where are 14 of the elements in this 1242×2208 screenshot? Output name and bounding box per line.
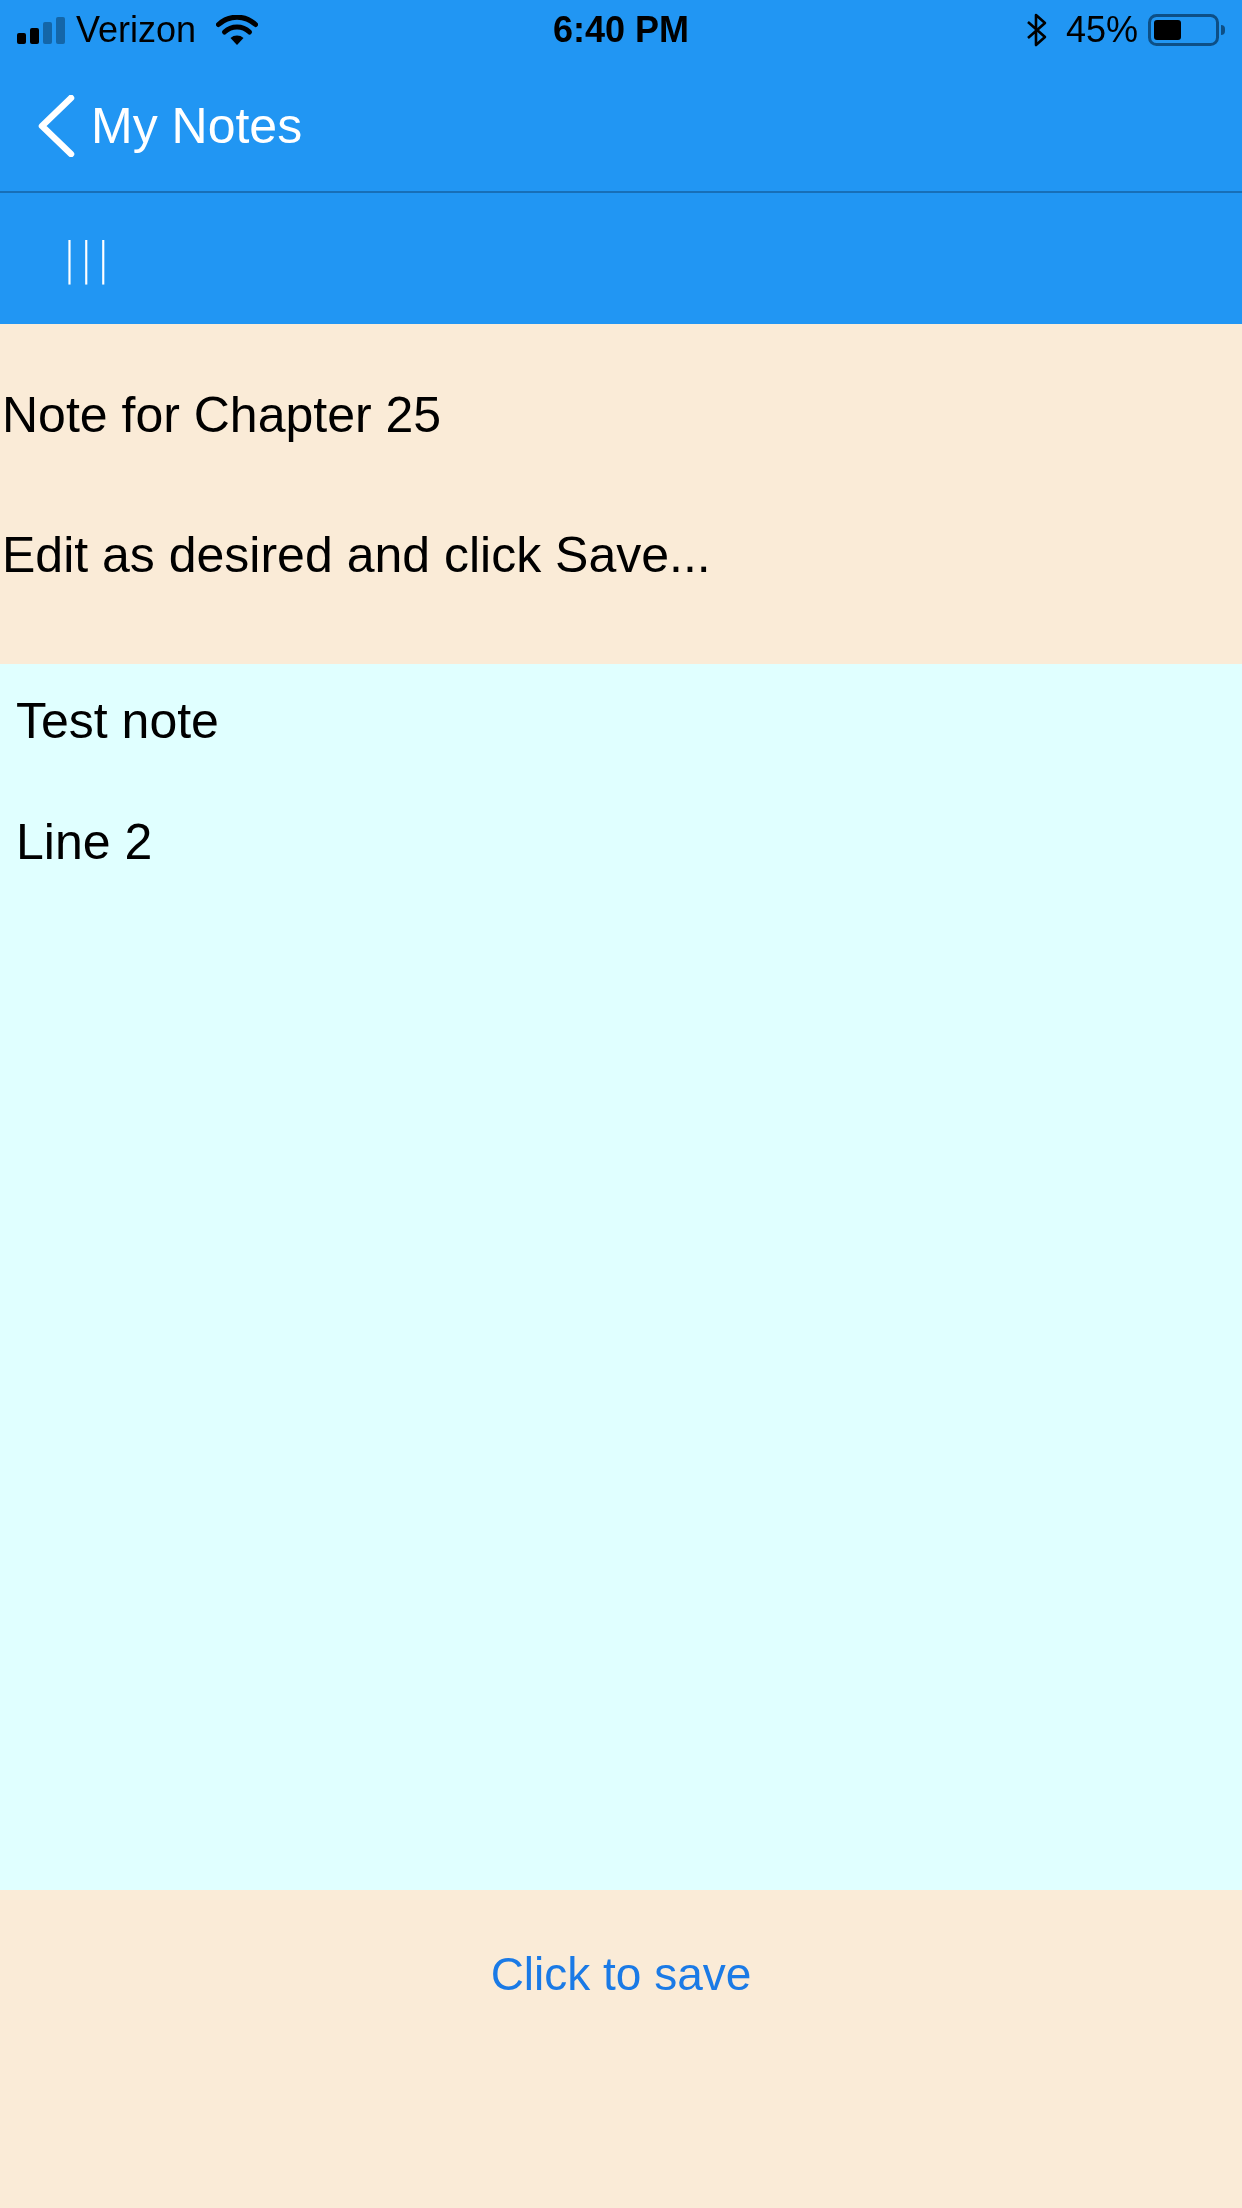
status-time: 6:40 PM xyxy=(552,10,690,50)
carrier-name: Verizon xyxy=(76,10,197,50)
note-title: Note for Chapter 25 xyxy=(2,386,442,445)
toolbar-menu-button[interactable]: ||| xyxy=(62,232,113,285)
wifi-icon xyxy=(216,15,259,45)
signal-icon xyxy=(17,16,65,44)
instructions-text: Edit as desired and click Save... xyxy=(2,526,711,585)
battery-percentage: 45% xyxy=(1065,10,1138,50)
battery-icon xyxy=(1148,14,1226,46)
back-button[interactable]: My Notes xyxy=(37,94,303,157)
save-link[interactable]: Click to save xyxy=(490,1946,752,2002)
chevron-left-icon xyxy=(37,94,75,157)
note-text-field[interactable]: Test note Line 2 xyxy=(0,664,1242,1890)
bluetooth-icon xyxy=(1025,13,1048,47)
